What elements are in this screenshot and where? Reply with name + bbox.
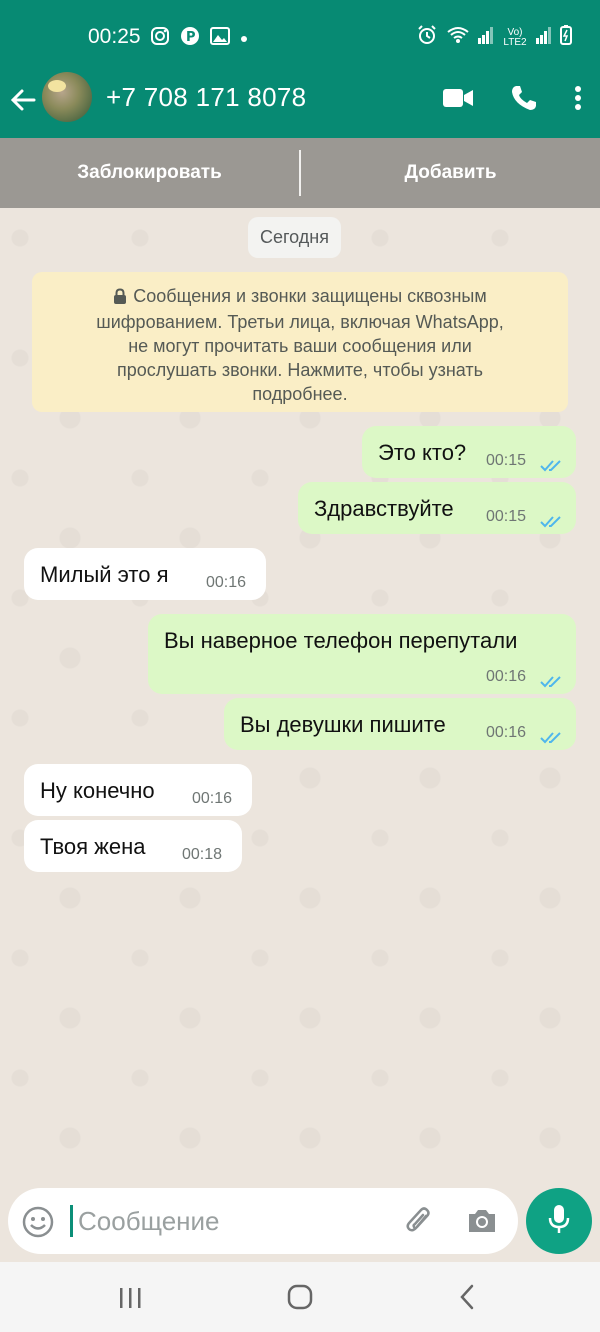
read-ticks-icon	[540, 725, 564, 751]
mic-button[interactable]	[526, 1188, 592, 1254]
emoji-icon[interactable]	[22, 1206, 54, 1243]
svg-text:P: P	[186, 30, 196, 45]
home-icon[interactable]	[287, 1284, 313, 1315]
signal-icon	[478, 26, 494, 49]
read-ticks-icon	[540, 453, 564, 479]
text-caret	[70, 1205, 73, 1237]
status-notification-icons: P	[150, 26, 248, 51]
status-system-icons: Vo) LTE2	[416, 24, 572, 51]
chat-area[interactable]: Сегодня Сообщения и звонки защищены скво…	[0, 208, 600, 1188]
date-separator: Сегодня	[248, 217, 341, 258]
camera-icon[interactable]	[466, 1206, 498, 1241]
lock-icon	[113, 286, 127, 310]
encryption-text-4: прослушать звонки. Нажмите, чтобы узнать	[116, 360, 484, 380]
encryption-text-5: подробнее.	[252, 384, 348, 404]
unknown-contact-actions: Заблокировать Добавить	[0, 138, 600, 208]
encryption-text-1: Сообщения и звонки защищены сквозным	[133, 286, 487, 306]
message-bubble-outgoing[interactable]: Здравствуйте 00:15	[298, 482, 576, 534]
phone-call-icon[interactable]	[510, 84, 538, 117]
message-text: Здравствуйте	[314, 496, 454, 521]
encryption-line: Сообщения и звонки защищены сквозным	[32, 284, 568, 310]
message-text: Вы наверное телефон перепутали	[164, 628, 518, 653]
chat-header: +7 708 171 8078	[0, 70, 600, 138]
back-arrow-icon[interactable]	[10, 86, 38, 114]
message-time: 00:15	[486, 452, 527, 469]
gallery-icon	[210, 27, 230, 50]
message-text: Твоя жена	[40, 834, 146, 859]
message-time: 00:16	[486, 724, 527, 741]
message-bubble-outgoing[interactable]: Это кто? 00:15	[362, 426, 576, 478]
network-type-label: Vo) LTE2	[503, 26, 527, 48]
block-button[interactable]: Заблокировать	[0, 138, 299, 208]
video-call-icon[interactable]	[442, 87, 474, 114]
message-text: Вы девушки пишите	[240, 712, 446, 737]
message-input[interactable]: Сообщение	[78, 1206, 220, 1237]
mic-icon	[547, 1203, 571, 1240]
pinterest-icon: P	[180, 26, 200, 51]
message-time: 00:16	[206, 574, 247, 591]
message-bubble-incoming[interactable]: Твоя жена 00:18	[24, 820, 242, 872]
message-bubble-incoming[interactable]: Милый это я 00:16	[24, 548, 266, 600]
more-vert-icon[interactable]	[574, 85, 582, 116]
instagram-icon	[150, 26, 170, 51]
encryption-notice[interactable]: Сообщения и звонки защищены сквозным шиф…	[32, 272, 568, 412]
message-time: 00:18	[182, 846, 223, 863]
recents-icon[interactable]	[118, 1286, 144, 1315]
battery-icon	[560, 25, 572, 50]
read-ticks-icon	[540, 509, 564, 535]
status-bar: 00:25 P Vo) LTE2	[0, 0, 600, 70]
encryption-text-3: не могут прочитать ваши сообщения или	[128, 336, 472, 356]
message-bubble-incoming[interactable]: Ну конечно 00:16	[24, 764, 252, 816]
encryption-text-2: шифрованием. Третьи лица, включая WhatsA…	[96, 312, 504, 332]
message-time: 00:15	[486, 508, 527, 525]
read-ticks-icon	[540, 669, 564, 695]
attachment-icon[interactable]	[404, 1206, 436, 1243]
message-bubble-outgoing[interactable]: Вы девушки пишите 00:16	[224, 698, 576, 750]
status-time: 00:25	[88, 25, 141, 48]
dot-icon	[240, 30, 248, 48]
message-bubble-outgoing[interactable]: Вы наверное телефон перепутали 00:16	[148, 614, 576, 694]
signal-2-icon	[536, 26, 552, 49]
wifi-icon	[446, 25, 470, 50]
contact-name[interactable]: +7 708 171 8078	[106, 82, 306, 113]
header-actions	[442, 84, 582, 117]
back-icon[interactable]	[458, 1284, 476, 1315]
message-composer: Сообщение	[8, 1188, 518, 1254]
message-time: 00:16	[192, 790, 233, 807]
message-text: Милый это я	[40, 562, 169, 587]
avatar[interactable]	[42, 72, 92, 122]
system-nav-bar	[0, 1262, 600, 1332]
add-contact-button[interactable]: Добавить	[301, 138, 600, 208]
message-time: 00:16	[486, 668, 527, 685]
message-text: Ну конечно	[40, 778, 155, 803]
alarm-icon	[416, 24, 438, 51]
message-text: Это кто?	[378, 440, 467, 465]
